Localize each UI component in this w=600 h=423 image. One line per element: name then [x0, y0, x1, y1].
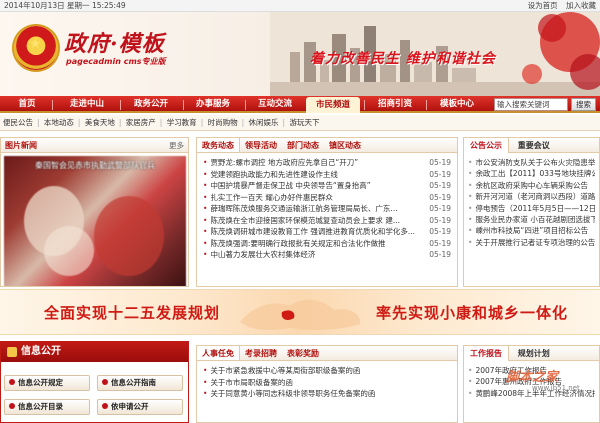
nav-divider	[426, 100, 427, 110]
watermark-text: 脚本之家	[506, 370, 559, 385]
subnav-item[interactable]: 便民公告	[3, 118, 33, 127]
banner-slogan: 着力改善民生 维护和谐社会	[310, 51, 496, 67]
info-public-panel: 信息公开 信息公开规定 信息公开指南 信息公开目录 依申请公开	[0, 341, 189, 423]
photo-caption: 秦国智会见赤市执勤武警部队官兵	[35, 161, 155, 170]
tab-notices[interactable]: 公告公示	[464, 138, 509, 153]
list-item[interactable]: • 扎实工作一百天 耀心办好件惠民群众 05-19	[203, 192, 451, 204]
notices-list: • 市公安消防支队关于公布火灾隐患举报 • 余政工出【2011】033号地块挂牌公告…	[464, 153, 599, 248]
notices-tabs: 公告公示 重要会议	[464, 138, 599, 153]
ad-left-slogan: 全面实现十二五发展规划	[44, 304, 221, 322]
nav-item-services[interactable]: 办事服务	[186, 96, 240, 113]
nav-item-templates[interactable]: 模板中心	[430, 96, 484, 113]
info-guide-button[interactable]: 信息公开指南	[97, 375, 183, 391]
subnav-item[interactable]: 学习教育	[167, 118, 197, 127]
nav-item-citizen-channel[interactable]: 市民频道	[306, 97, 360, 113]
photo-news-header: 图片新闻 更多	[1, 138, 188, 153]
notices-panel: 公告公示 重要会议 • 市公安消防支队关于公布火灾隐患举报 • 余政工出【2011】…	[463, 137, 600, 287]
top-bar: 2014年10月13日 星期一 15:25:49 设为首页 加入收藏	[0, 0, 600, 12]
list-item[interactable]: • 陈茂焕强调:要明确行政报批有关规定和合法化作做推 05-19	[203, 238, 451, 250]
news-panel: 政务动态 领导活动 部门动态 镇区动态 • 贾野龙:螺市调控 地方政府应先拿自己“…	[196, 137, 458, 287]
list-item[interactable]: • 陈茂焕在全市迎接国家环保模范城复查动员会上要求 建... 05-19	[203, 215, 451, 227]
tab-leader-activities[interactable]: 领导活动	[240, 138, 282, 152]
list-item[interactable]: • 陈茂焕调研城市建设教育工作 强调推进教育优质化和学化多... 05-19	[203, 226, 451, 238]
list-item[interactable]: • 党建领跑执政能力和先进性建设作主线 05-19	[203, 169, 451, 181]
news-list: • 贾野龙:螺市调控 地方政府应先拿自己“开刀” 05-19 • 党建领跑执政能力和先…	[197, 153, 457, 261]
site-banner: 政府·模板 pagecadmin cms专业版 着力改善民生 维护和谐社会	[0, 12, 600, 96]
nav-divider	[183, 100, 184, 110]
hr-panel: 人事任免 考录招聘 表彰奖励 • 关于市紧急救援中心等某周街部职级备案的函 • 关于…	[196, 345, 458, 423]
watermark-url: www.jb51.net	[532, 384, 580, 392]
tab-planning[interactable]: 规划计划	[512, 346, 556, 361]
nav-divider	[120, 100, 121, 110]
nav-item-about[interactable]: 走进中山	[58, 96, 116, 113]
tab-town-news[interactable]: 镇区动态	[324, 138, 366, 152]
national-emblem-icon	[14, 26, 58, 70]
list-item[interactable]: • 中国护境暴严督走保卫战 中央领导告“置身抬高” 05-19	[203, 180, 451, 192]
list-item[interactable]: •新开河河道（老河商洞以西段）道路工程	[468, 191, 595, 202]
add-favorite-link[interactable]: 加入收藏	[566, 1, 596, 10]
sub-nav: 便民公告 | 本地动态 | 美食天地 | 家居房产 | 学习教育 | 时尚购物 | 休闲娱乐…	[0, 115, 600, 131]
map-graphic-icon	[240, 299, 361, 331]
ad-right-slogan: 率先实现小康和城乡一体化	[376, 304, 569, 322]
hr-tabs: 人事任免 考录招聘 表彰奖励	[197, 346, 457, 361]
list-item[interactable]: • 贾野龙:螺市调控 地方政府应先拿自己“开刀” 05-19	[203, 157, 451, 169]
photo-news-title: 图片新闻	[5, 141, 37, 150]
list-item[interactable]: • 关于同意黄小等同志科级非领导职务任免备案的函	[203, 388, 451, 400]
list-item[interactable]: • 嵊州市科技局“四进”项目招标公告	[468, 225, 595, 236]
list-item[interactable]: • 关于开展推行记者证专项治理的公告	[468, 237, 595, 248]
search-input[interactable]: 输入搜索关键词	[494, 98, 568, 111]
tab-appointments[interactable]: 人事任免	[197, 346, 240, 360]
list-item[interactable]: • 关于市市局职级备案的函	[203, 377, 451, 389]
nav-item-investment[interactable]: 招商引资	[368, 96, 422, 113]
subnav-item[interactable]: 家居房产	[126, 118, 156, 127]
subnav-item[interactable]: 休闲娱乐	[249, 118, 279, 127]
subnav-item[interactable]: 游玩天下	[289, 118, 319, 127]
photo-news-more-link[interactable]: 更多	[169, 138, 184, 153]
current-datetime: 2014年10月13日 星期一 15:25:49	[4, 1, 126, 10]
list-item[interactable]: • 薛瑞晖陈茂焕服务交通运输浙江航务管理局局长、广东... 05-19	[203, 203, 451, 215]
nav-divider	[364, 100, 365, 110]
list-item[interactable]: • 停电预告（2011年5月5日——12日）	[468, 203, 595, 214]
list-item[interactable]: • 余政工出【2011】033号地块挂牌公告	[468, 168, 595, 179]
set-home-link[interactable]: 设为首页	[528, 1, 558, 10]
tab-gov-news[interactable]: 政务动态	[197, 138, 240, 152]
list-item[interactable]: • 余杭区政府采购中心车辆采购公告	[468, 180, 595, 191]
nav-item-gov-affairs[interactable]: 政务公开	[124, 96, 178, 113]
info-rules-button[interactable]: 信息公开规定	[4, 375, 90, 391]
info-public-header: 信息公开	[1, 342, 188, 362]
list-item[interactable]: • 服务业民办家道 小百花越剧团选拔下乡	[468, 214, 595, 225]
nav-item-home[interactable]: 首页	[6, 96, 48, 113]
info-request-button[interactable]: 依申请公开	[97, 399, 183, 415]
nav-divider	[52, 100, 53, 110]
site-title[interactable]: 政府·模板	[64, 26, 165, 58]
nav-divider	[245, 100, 246, 110]
subnav-item[interactable]: 美食天地	[85, 118, 115, 127]
nav-item-interaction[interactable]: 互动交流	[248, 96, 302, 113]
tab-recruitment[interactable]: 考录招聘	[240, 346, 282, 360]
list-item[interactable]: • 中山著力发展壮大农村集体经济 05-19	[203, 249, 451, 261]
subnav-item[interactable]: 时尚购物	[208, 118, 238, 127]
top-links: 设为首页 加入收藏	[522, 0, 596, 12]
info-catalog-button[interactable]: 信息公开目录	[4, 399, 90, 415]
hr-list: • 关于市紧急救援中心等某周街部职级备案的函 • 关于市市局职级备案的函 • 关于同意…	[197, 361, 457, 400]
tab-dept-news[interactable]: 部门动态	[282, 138, 324, 152]
tab-work-report[interactable]: 工作报告	[464, 346, 509, 361]
list-item[interactable]: • 关于市紧急救援中心等某周街部职级备案的函	[203, 365, 451, 377]
search-button[interactable]: 搜索	[571, 98, 596, 111]
news-tabs: 政务动态 领导活动 部门动态 镇区动态	[197, 138, 457, 153]
list-item[interactable]: • 市公安消防支队关于公布火灾隐患举报	[468, 157, 595, 168]
ad-banner[interactable]: 全面实现十二五发展规划 率先实现小康和城乡一体化	[0, 289, 600, 335]
work-tabs: 工作报告 规划计划	[464, 346, 599, 361]
news-photo[interactable]: 秦国智会见赤市执勤武警部队官兵	[4, 156, 186, 286]
tab-meetings[interactable]: 重要会议	[512, 138, 556, 153]
subnav-item[interactable]: 本地动态	[44, 118, 74, 127]
tab-awards[interactable]: 表彰奖励	[282, 346, 324, 360]
photo-news-panel: 图片新闻 更多 秦国智会见赤市执勤武警部队官兵	[0, 137, 189, 287]
site-subtitle: pagecadmin cms专业版	[66, 57, 166, 66]
